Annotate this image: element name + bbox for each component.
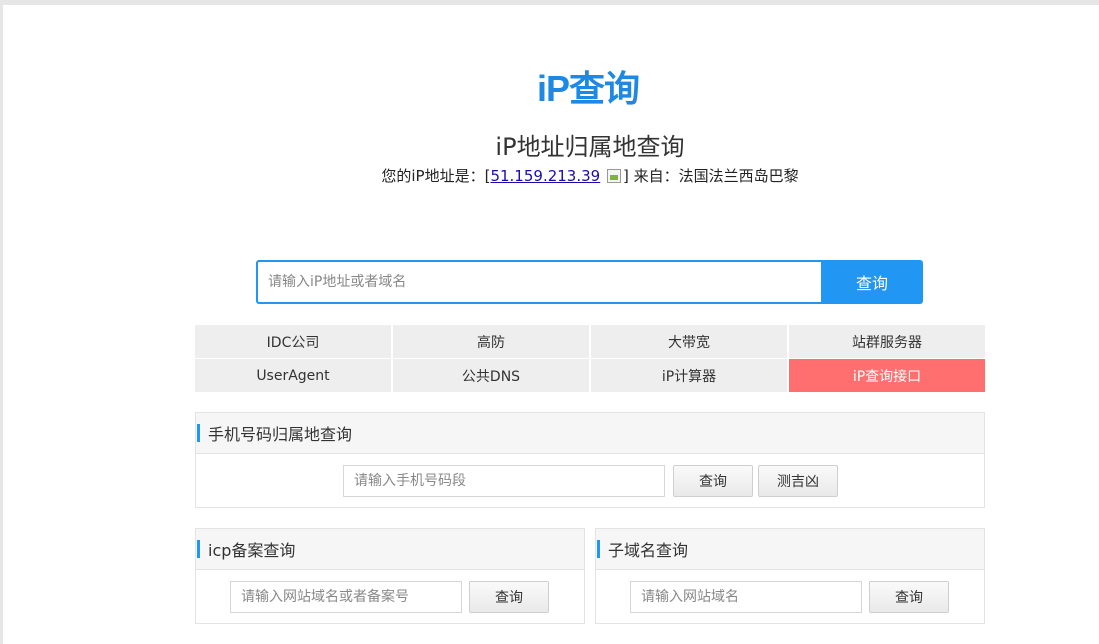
site-logo[interactable]: iP查询 <box>537 66 643 109</box>
subdomain-input[interactable] <box>630 581 862 613</box>
subdomain-query-button[interactable]: 查询 <box>869 581 949 613</box>
quick-link-public-dns[interactable]: 公共DNS <box>393 359 589 392</box>
quick-link-idc[interactable]: IDC公司 <box>195 325 391 358</box>
ip-location-label: ] 来自：法国法兰西岛巴黎 <box>622 167 799 185</box>
panel-body: 查询 <box>596 570 984 623</box>
panel-title: 子域名查询 <box>608 541 689 560</box>
page-title: iP地址归属地查询 <box>495 133 685 161</box>
quick-link-bandwidth[interactable]: 大带宽 <box>591 325 787 358</box>
panel-header: icp备案查询 <box>196 529 584 570</box>
accent-bar <box>597 540 600 558</box>
icp-input[interactable] <box>230 581 462 613</box>
phone-number-input[interactable] <box>343 465 665 497</box>
icp-lookup-panel: icp备案查询 查询 <box>195 528 585 624</box>
phone-lookup-panel: 手机号码归属地查询 查询 测吉凶 <box>195 412 985 508</box>
panel-header: 子域名查询 <box>596 529 984 570</box>
accent-bar <box>197 540 200 558</box>
icp-query-button[interactable]: 查询 <box>469 581 549 613</box>
ip-search-bar: 查询 <box>256 260 923 304</box>
panel-body: 查询 测吉凶 <box>196 454 984 507</box>
quick-link-ip-calculator[interactable]: iP计算器 <box>591 359 787 392</box>
accent-bar <box>197 424 200 442</box>
subdomain-lookup-panel: 子域名查询 查询 <box>595 528 985 624</box>
ip-prefix-label: 您的iP地址是：[ <box>381 167 491 185</box>
visitor-ip-line: 您的iP地址是：[51.159.213.39 ] 来自：法国法兰西岛巴黎 <box>0 165 1099 186</box>
quick-link-ip-api[interactable]: iP查询接口 <box>789 359 985 392</box>
quick-links-grid: IDC公司 高防 大带宽 站群服务器 UserAgent 公共DNS iP计算器… <box>195 325 985 392</box>
ip-search-button[interactable]: 查询 <box>821 260 923 304</box>
visitor-ip-link[interactable]: 51.159.213.39 <box>490 167 600 185</box>
phone-fortune-button[interactable]: 测吉凶 <box>758 465 838 497</box>
quick-link-cluster-server[interactable]: 站群服务器 <box>789 325 985 358</box>
panel-title: icp备案查询 <box>208 541 296 560</box>
phone-query-button[interactable]: 查询 <box>673 465 753 497</box>
broken-image-icon <box>606 169 621 183</box>
panel-title: 手机号码归属地查询 <box>208 425 353 444</box>
ip-search-input[interactable] <box>256 260 821 304</box>
panel-header: 手机号码归属地查询 <box>196 413 984 454</box>
panel-body: 查询 <box>196 570 584 623</box>
quick-link-ddos[interactable]: 高防 <box>393 325 589 358</box>
quick-link-useragent[interactable]: UserAgent <box>195 359 391 392</box>
